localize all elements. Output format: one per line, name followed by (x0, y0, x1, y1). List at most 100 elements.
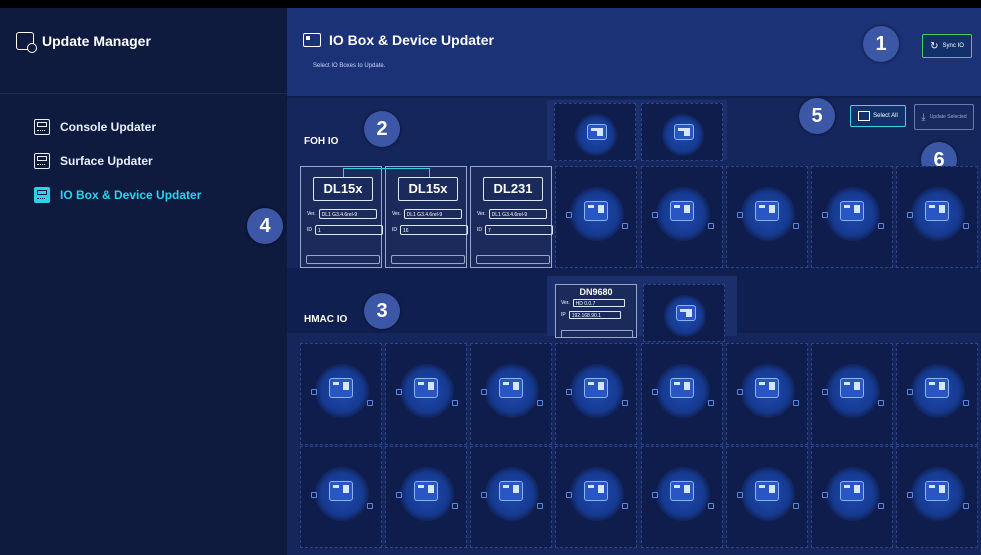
empty-io-slot[interactable] (385, 446, 467, 548)
io-box-icon (414, 481, 438, 501)
sidebar-item-io-box-device-updater[interactable]: IO Box & Device Updater (0, 178, 287, 212)
port-dot (737, 389, 743, 395)
empty-io-slot[interactable] (811, 166, 893, 268)
version-label: Ver. (307, 211, 316, 217)
badge-5: 5 (799, 98, 835, 134)
empty-io-slot[interactable] (896, 166, 978, 268)
app-window: Update Manager Console Updater Surface U… (0, 0, 981, 555)
port-dot (311, 389, 317, 395)
sidebar-nav: Console Updater Surface Updater IO Box &… (0, 94, 287, 212)
port-dot (452, 503, 458, 509)
sync-io-label: Sync IO (942, 43, 964, 49)
port-dot (537, 400, 543, 406)
port-dot (622, 503, 628, 509)
version-row: Ver. DL1 G3.4.6rel-9 (307, 209, 377, 219)
io-box-icon (584, 201, 608, 221)
io-box-card[interactable]: DL15x Ver. DL1 G3.4.6rel-9 ID 1 (300, 166, 383, 268)
empty-io-slot[interactable] (641, 166, 723, 268)
io-box-card[interactable]: DL15x Ver. DL1 G3.4.6rel-9 ID 16 (385, 166, 468, 268)
empty-io-slot[interactable] (470, 343, 552, 445)
sync-io-button[interactable]: ↻ Sync IO (922, 34, 972, 58)
empty-io-slot[interactable] (726, 446, 808, 548)
empty-io-slot[interactable] (726, 343, 808, 445)
hmac-extra-slot[interactable] (643, 284, 725, 342)
ip-label: IP (561, 312, 566, 318)
io-box-icon (303, 33, 321, 47)
sidebar-item-label: IO Box & Device Updater (60, 188, 202, 202)
select-all-icon (858, 111, 871, 121)
device-name: DL15x (313, 177, 373, 201)
port-dot (907, 212, 913, 218)
empty-io-slot[interactable] (300, 343, 382, 445)
device-card-dn9680[interactable]: DN9680 Ver. HD 0.0.7 IP 192.168.90.1 (555, 284, 637, 338)
empty-io-slot[interactable] (555, 343, 637, 445)
sidebar-item-surface-updater[interactable]: Surface Updater (0, 144, 287, 178)
update-selected-button[interactable]: ⤓ Update Selected (914, 104, 974, 130)
port-dot (311, 492, 317, 498)
io-box-icon (840, 481, 864, 501)
empty-io-slot[interactable] (641, 446, 723, 548)
page-title-text: IO Box & Device Updater (329, 32, 494, 48)
port-dot (737, 492, 743, 498)
port-dot (907, 389, 913, 395)
foh-extra-slot[interactable] (641, 103, 723, 161)
id-row: ID 1 (307, 225, 383, 235)
version-value: DL1 G3.4.6rel-9 (318, 209, 377, 219)
port-dot (481, 492, 487, 498)
id-label: ID (307, 227, 312, 233)
empty-io-slot[interactable] (555, 446, 637, 548)
empty-io-slot[interactable] (641, 343, 723, 445)
io-box-icon (670, 481, 694, 501)
port-dot (396, 492, 402, 498)
io-box-icon (329, 481, 353, 501)
badge-1: 1 (863, 26, 899, 62)
empty-io-slot[interactable] (811, 343, 893, 445)
badge-3: 3 (364, 293, 400, 329)
id-value: 1 (315, 225, 383, 235)
sidebar: Update Manager Console Updater Surface U… (0, 8, 287, 555)
io-box-icon (925, 201, 949, 221)
io-box-icon (755, 201, 779, 221)
empty-io-slot[interactable] (811, 446, 893, 548)
port-dot (367, 503, 373, 509)
port-dot (566, 389, 572, 395)
port-dot (963, 503, 969, 509)
id-value: 16 (400, 225, 468, 235)
io-box-card[interactable]: DL231 Ver. DL1 G3.4.6rel-9 ID 7 (470, 166, 553, 268)
hmac-section-label: HMAC IO (304, 314, 348, 325)
empty-io-slot[interactable] (385, 343, 467, 445)
empty-io-slot[interactable] (555, 166, 637, 268)
io-box-icon (587, 124, 607, 140)
empty-io-slot[interactable] (470, 446, 552, 548)
surface-icon (34, 153, 50, 169)
foh-extra-slot[interactable] (554, 103, 636, 161)
io-box-icon (755, 481, 779, 501)
progress-bar (306, 255, 380, 264)
io-box-icon (34, 187, 50, 203)
version-row: Ver. DL1 G3.4.6rel-9 (392, 209, 462, 219)
id-row: ID 7 (477, 225, 553, 235)
version-label: Ver. (561, 300, 570, 306)
badge-2: 2 (364, 111, 400, 147)
sidebar-item-console-updater[interactable]: Console Updater (0, 110, 287, 144)
top-edge (0, 0, 981, 8)
port-dot (652, 492, 658, 498)
port-dot (652, 212, 658, 218)
ip-value: 192.168.90.1 (568, 311, 621, 319)
version-label: Ver. (477, 211, 486, 217)
io-box-icon (670, 201, 694, 221)
empty-io-slot[interactable] (300, 446, 382, 548)
io-box-icon (840, 201, 864, 221)
empty-io-slot[interactable] (726, 166, 808, 268)
download-icon: ⤓ (921, 111, 926, 123)
port-dot (737, 212, 743, 218)
empty-io-slot[interactable] (896, 446, 978, 548)
port-dot (537, 503, 543, 509)
empty-io-slot[interactable] (896, 343, 978, 445)
io-box-icon (755, 378, 779, 398)
port-dot (793, 223, 799, 229)
port-dot (622, 400, 628, 406)
device-name: DL231 (483, 177, 543, 201)
sidebar-item-label: Surface Updater (60, 154, 153, 168)
select-all-button[interactable]: Select All (850, 105, 906, 127)
